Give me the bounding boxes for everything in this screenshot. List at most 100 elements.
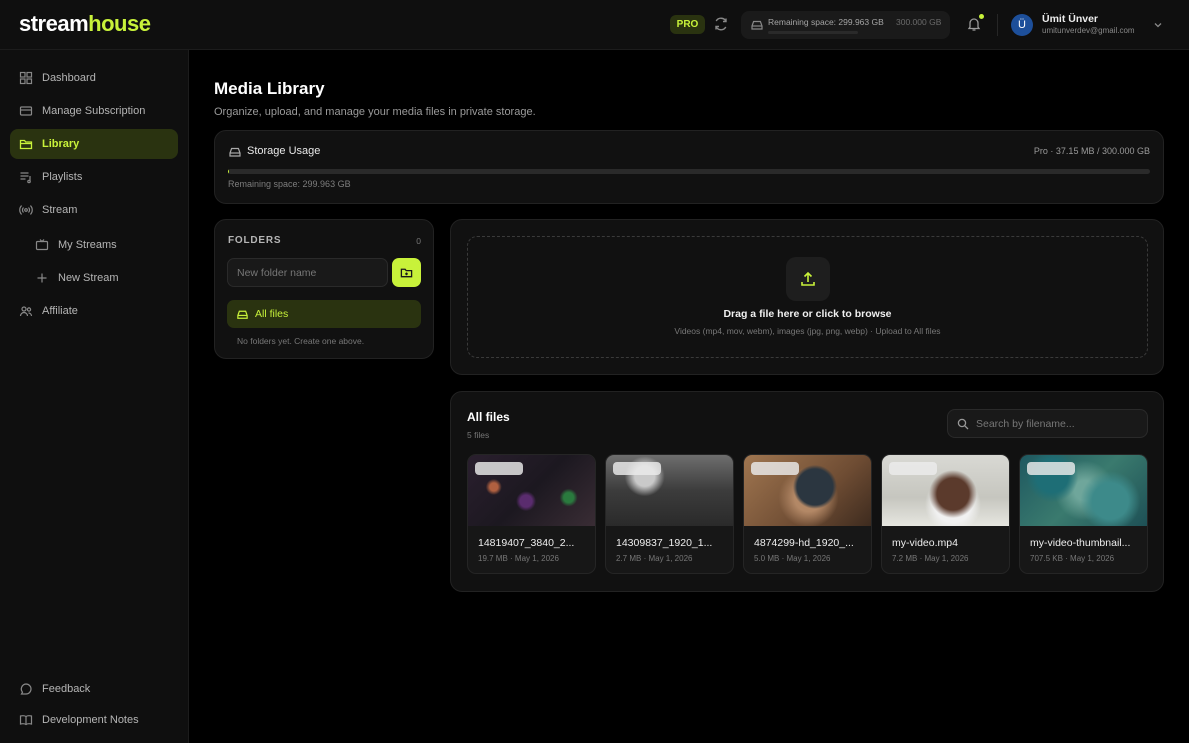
file-meta: 5.0 MB · May 1, 2026 xyxy=(754,554,831,563)
folders-count: 0 xyxy=(416,236,421,246)
search-icon xyxy=(957,418,969,430)
storage-usage-card: Storage Usage Pro · 37.15 MB / 300.000 G… xyxy=(214,130,1164,204)
sidebar-item-dashboard[interactable]: Dashboard xyxy=(10,63,178,93)
upload-icon xyxy=(801,271,815,286)
sidebar-item-library[interactable]: Library xyxy=(10,129,178,159)
sidebar-item-label: Development Notes xyxy=(42,714,139,726)
upload-subtitle: Videos (mp4, mov, webm), images (jpg, pn… xyxy=(674,326,941,336)
storage-usage-title: Storage Usage xyxy=(247,145,321,157)
sidebar-item-manage-subscription[interactable]: Manage Subscription xyxy=(10,96,178,126)
page-subtitle: Organize, upload, and manage your media … xyxy=(214,106,536,118)
sidebar-item-stream[interactable]: Stream xyxy=(10,195,178,225)
file-name: 14819407_3840_2... xyxy=(478,537,575,549)
user-name[interactable]: Ümit Ünver xyxy=(1042,13,1098,25)
sidebar-item-label: Manage Subscription xyxy=(42,105,146,117)
sidebar-item-new-stream[interactable]: New Stream xyxy=(26,263,178,293)
file-thumbnail xyxy=(1020,455,1147,526)
file-search-input[interactable] xyxy=(976,410,1141,437)
sidebar-item-label: Dashboard xyxy=(42,72,96,84)
folder-icon xyxy=(19,139,33,150)
plan-badge: PRO xyxy=(670,15,705,34)
user-email: umitunverdev@gmail.com xyxy=(1042,26,1135,35)
drive-icon xyxy=(751,20,763,30)
header-storage-total: 300.000 GB xyxy=(896,17,942,27)
file-name: my-video.mp4 xyxy=(892,537,958,549)
top-bar: streamhouse PRO Remaining space: 299.963… xyxy=(0,0,1189,50)
sidebar-item-feedback[interactable]: Feedback xyxy=(10,674,178,704)
sidebar: Dashboard Manage Subscription Library Pl… xyxy=(0,50,189,743)
file-meta: 7.2 MB · May 1, 2026 xyxy=(892,554,969,563)
header-divider xyxy=(997,14,998,36)
sidebar-item-label: Stream xyxy=(42,204,78,216)
folder-all-files[interactable]: All files xyxy=(227,300,421,328)
file-thumbnail xyxy=(606,455,733,526)
folder-all-files-label: All files xyxy=(255,308,289,320)
storage-usage-bar xyxy=(228,169,1150,174)
avatar[interactable]: Ü xyxy=(1011,14,1033,36)
upload-title: Drag a file here or click to browse xyxy=(723,308,892,320)
upload-dropzone[interactable]: Drag a file here or click to browse Vide… xyxy=(467,236,1148,358)
logo-text-house: house xyxy=(88,11,151,36)
file-card[interactable]: my-video-thumbnail... 707.5 KB · May 1, … xyxy=(1019,454,1148,574)
broadcast-icon xyxy=(19,205,33,215)
grid-icon xyxy=(19,71,33,85)
app-logo[interactable]: streamhouse xyxy=(19,11,151,37)
file-card[interactable]: my-video.mp4 7.2 MB · May 1, 2026 xyxy=(881,454,1010,574)
new-folder-input[interactable] xyxy=(227,258,388,287)
playlist-icon xyxy=(20,172,31,184)
drive-icon xyxy=(237,310,248,319)
file-name: 14309837_1920_1... xyxy=(616,537,713,549)
thumbnail-tag xyxy=(613,462,661,475)
folders-title: FOLDERS xyxy=(228,235,282,246)
sidebar-item-playlists[interactable]: Playlists xyxy=(10,162,178,192)
card-icon xyxy=(19,106,33,116)
header-storage-indicator: Remaining space: 299.963 GB 300.000 GB xyxy=(741,11,950,39)
files-title: All files xyxy=(467,410,510,424)
storage-usage-summary: Pro · 37.15 MB / 300.000 GB xyxy=(1033,146,1150,156)
thumbnail-tag xyxy=(475,462,523,475)
chevron-down-icon[interactable] xyxy=(1152,19,1164,31)
thumbnail-tag xyxy=(889,462,937,475)
file-thumbnail xyxy=(882,455,1009,526)
sidebar-item-label: New Stream xyxy=(58,272,119,284)
file-meta: 2.7 MB · May 1, 2026 xyxy=(616,554,693,563)
header-storage-bar xyxy=(768,31,858,34)
files-panel: All files 5 files 14819407_3840_2... 19.… xyxy=(450,391,1164,592)
file-card[interactable]: 14309837_1920_1... 2.7 MB · May 1, 2026 xyxy=(605,454,734,574)
file-card[interactable]: 4874299-hd_1920_... 5.0 MB · May 1, 2026 xyxy=(743,454,872,574)
sidebar-item-label: My Streams xyxy=(58,239,117,251)
page-title: Media Library xyxy=(214,79,325,98)
upload-panel: Drag a file here or click to browse Vide… xyxy=(450,219,1164,375)
plus-icon xyxy=(37,273,47,283)
thumbnail-tag xyxy=(1027,462,1075,475)
tv-icon xyxy=(35,239,49,251)
sidebar-item-development-notes[interactable]: Development Notes xyxy=(10,705,178,735)
file-meta: 19.7 MB · May 1, 2026 xyxy=(478,554,559,563)
sidebar-item-label: Feedback xyxy=(42,683,91,695)
book-icon xyxy=(19,715,33,726)
logo-text-stream: stream xyxy=(19,11,89,36)
sidebar-item-my-streams[interactable]: My Streams xyxy=(26,230,178,260)
file-meta: 707.5 KB · May 1, 2026 xyxy=(1030,554,1115,563)
refresh-icon[interactable] xyxy=(713,16,729,32)
sidebar-item-label: Library xyxy=(42,138,80,150)
folders-panel: FOLDERS 0 All files No folders yet. Crea… xyxy=(214,219,434,359)
file-card[interactable]: 14819407_3840_2... 19.7 MB · May 1, 2026 xyxy=(467,454,596,574)
file-thumbnail xyxy=(744,455,871,526)
sidebar-item-label: Playlists xyxy=(42,171,83,183)
drive-icon xyxy=(229,147,241,157)
folders-empty-text: No folders yet. Create one above. xyxy=(237,336,365,346)
file-search xyxy=(947,409,1148,438)
chat-icon xyxy=(20,683,32,695)
create-folder-button[interactable] xyxy=(392,258,421,287)
storage-remaining: Remaining space: 299.963 GB xyxy=(228,179,351,189)
upload-button[interactable] xyxy=(786,257,830,301)
sidebar-item-affiliate[interactable]: Affiliate xyxy=(10,296,178,326)
file-name: my-video-thumbnail... xyxy=(1030,537,1131,549)
file-name: 4874299-hd_1920_... xyxy=(754,537,854,549)
file-thumbnail xyxy=(468,455,595,526)
folder-plus-icon xyxy=(400,268,413,278)
thumbnail-tag xyxy=(751,462,799,475)
notification-dot xyxy=(979,14,984,19)
sidebar-item-label: Affiliate xyxy=(42,305,78,317)
